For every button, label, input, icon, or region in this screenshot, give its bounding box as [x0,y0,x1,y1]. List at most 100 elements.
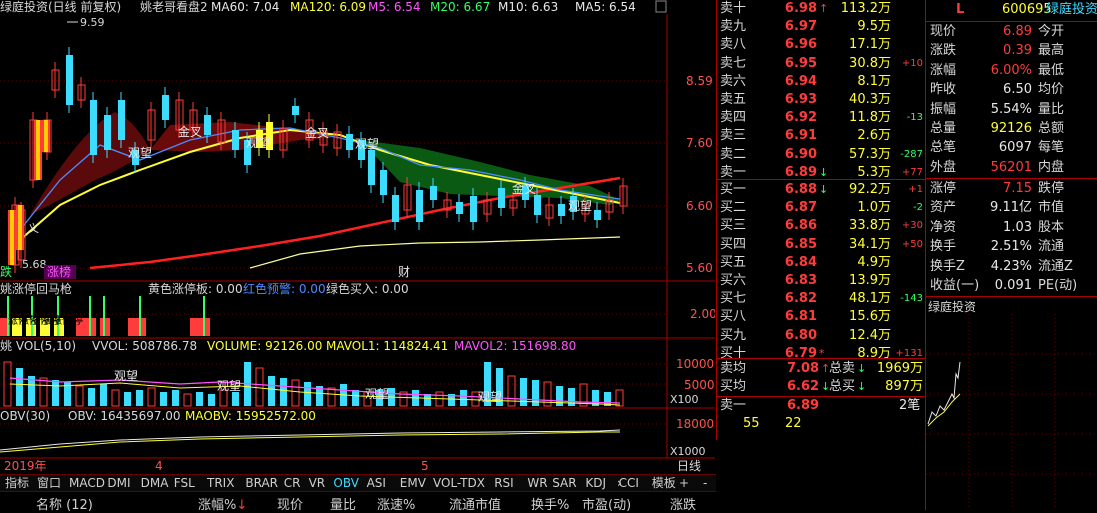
buys-level[interactable]: 买八 6.81 15.6万 [717,308,925,326]
level-price: 6.84 [784,254,817,270]
low-price-mark: 5.68 [22,258,47,271]
sells-level[interactable]: 卖八 6.96 17.1万 [717,36,925,54]
level-volume: 1.0万 [857,200,891,216]
buys-level[interactable]: 买九 6.80 12.4万 [717,327,925,345]
col-name[interactable]: 名称 (12) [36,494,93,513]
tab-macd[interactable]: MACD [66,475,108,492]
quote-label: 换手Z [930,258,965,274]
quote-row: 总笔 6097 每笔 [926,139,1097,157]
col-change-pct[interactable]: 涨幅%↓ [198,494,247,513]
quote-label: 今开 [1038,24,1065,39]
signal-guanwang: 观望 [246,136,270,150]
level-label: 卖五 [720,92,747,107]
sells-level[interactable]: 卖二 6.90 57.3万 -287 [717,146,925,164]
col-volume-ratio[interactable]: 量比 [330,494,356,513]
buys-level[interactable]: 买四 6.85 34.1万 +50 [717,236,925,254]
tab-trix[interactable]: TRIX [204,475,237,492]
tab-wr[interactable]: WR [524,475,550,492]
level-price: 6.81 [784,309,817,325]
col-pe[interactable]: 市盈(动) [582,494,631,513]
sells-level[interactable]: 卖七 6.95 30.8万 +10 [717,55,925,73]
tab-窗口[interactable]: 窗口 [34,475,64,492]
col-market-cap[interactable]: 流通市值 [449,494,501,513]
kline-chart[interactable]: 绿庭投资(日线 前复权) 姚老哥看盘2 MA60: 7.04 MA120: 6.… [0,0,715,476]
tab-cr[interactable]: CR [281,475,304,492]
tab-指标[interactable]: 指标 [2,475,32,492]
tab-scroll-right-icon[interactable]: › [614,475,625,492]
level-change: -2 [913,202,923,214]
chart-title: 绿庭投资(日线 前复权) [0,0,121,14]
level-price: 6.86 [784,218,817,234]
level-label: 买七 [720,291,747,307]
quote-row: 涨跌 0.39 最高 [926,42,1097,60]
buys-level[interactable]: 买五 6.84 4.9万 [717,254,925,272]
level-arrow: ↓ [819,183,829,196]
level-price: 6.91 [784,128,817,144]
volume-label: VOLUME: 92126.00 [207,339,322,353]
tab-模板[interactable]: 模板 [649,475,679,492]
quote-label: 总笔 [930,140,957,156]
quote-label: 股本 [1038,219,1065,235]
quote-label: 总量 [930,121,957,136]
tab-sar[interactable]: SAR [549,475,579,492]
level-price: 6.82 [784,291,817,307]
vol-axis-label: 5000 [684,378,715,392]
level-label: 买九 [720,327,747,343]
level-price: 6.83 [784,273,817,288]
sells-level[interactable]: 卖五 6.93 40.3万 [717,91,925,109]
tab-obv[interactable]: OBV [330,475,362,492]
tab-vol-tdx[interactable]: VOL-TDX [430,475,488,492]
avg-price: 7.08 [787,361,820,376]
col-speed[interactable]: 涨速% [377,494,415,513]
quote-label: 涨跌 [930,43,957,59]
buys-level[interactable]: 买一 6.88 ↓ 92.2万 +1 [717,181,925,199]
tab-vr[interactable]: VR [306,475,329,492]
tab-dma[interactable]: DMA [138,475,172,492]
sells-level[interactable]: 卖四 6.92 11.8万 -13 [717,109,925,127]
tab-brar[interactable]: BRAR [242,475,281,492]
m5-label: M5: 6.54 [368,0,421,14]
quote-label: 流通 [1038,239,1065,255]
col-change[interactable]: 涨跌 [670,494,696,513]
level-volume: 92.2万 [849,182,891,197]
tab-emv[interactable]: EMV [397,475,429,492]
level-volume: 30.8万 [849,55,891,71]
total-volume: 897万 [885,379,923,394]
add-tab-icon[interactable]: + [676,475,692,492]
level-volume: 40.3万 [849,92,891,107]
buys-level[interactable]: 买六 6.83 13.9万 [717,272,925,290]
tab-asi[interactable]: ASI [364,475,389,492]
quote-row: 换手Z 4.23% 流通Z [926,258,1097,276]
sells-level[interactable]: 卖十 6.98 ↑ 113.2万 [717,0,925,18]
quote-label: 涨幅 [930,62,957,78]
quote-label: 量比 [1038,101,1065,117]
level-label: 买六 [720,273,747,288]
signal-guanwang: 观望 [217,379,241,393]
signal-die: 跌 [0,264,12,279]
quote-row: 净资 1.03 股本 [926,219,1097,237]
tab-fsl[interactable]: FSL [171,475,198,492]
tab-kdj[interactable]: KDJ [582,475,609,492]
stock-name: 绿庭投资 [1046,2,1097,17]
col-turnover[interactable]: 换手% [531,494,569,513]
stock-code: 600695 [1002,2,1052,17]
sells-level[interactable]: 卖九 6.97 9.5万 [717,18,925,36]
level-volume: 8.1万 [857,73,891,89]
total-label: 总买 [829,379,856,394]
sells-level[interactable]: 卖三 6.91 2.6万 [717,127,925,145]
mini-intraday-chart[interactable] [926,314,1097,510]
buys-level[interactable]: 买二 6.87 1.0万 -2 [717,199,925,217]
quote-label: 总额 [1038,121,1065,136]
buys-level[interactable]: 买七 6.82 48.1万 -143 [717,290,925,308]
tab-rsi[interactable]: RSI [491,475,517,492]
quote-label: 每笔 [1038,140,1065,156]
quote-value: 0.39 [1003,43,1032,59]
mini-chart-title: 绿庭投资 [928,300,977,314]
period-label[interactable]: 日线 [677,459,701,473]
sells-level[interactable]: 卖六 6.94 8.1万 [717,73,925,91]
tab-dmi[interactable]: DMI [104,475,133,492]
buys-level[interactable]: 买三 6.86 33.8万 +30 [717,217,925,235]
tab-scroll-left-icon[interactable]: - [700,475,710,492]
col-price[interactable]: 现价 [277,494,303,513]
level-change: -143 [900,293,923,305]
